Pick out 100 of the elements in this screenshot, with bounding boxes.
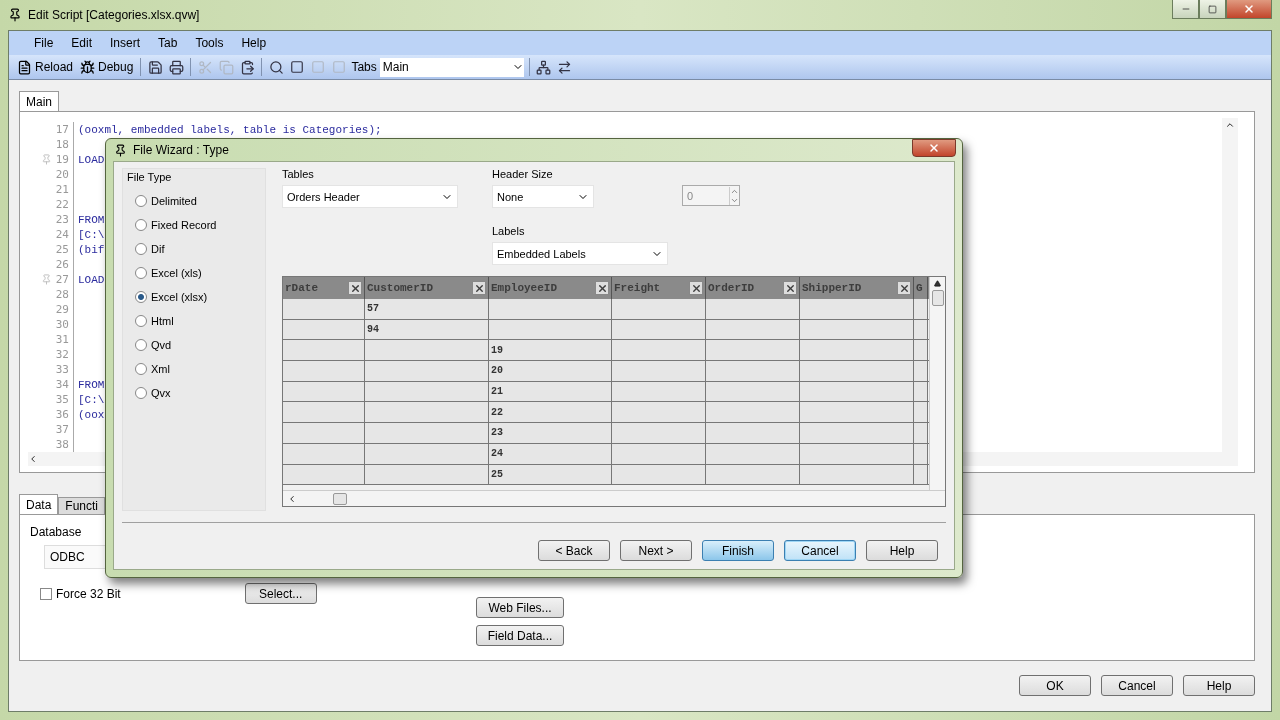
panel-tab[interactable]: Data (19, 494, 59, 515)
select-button[interactable]: Select... (244, 583, 317, 604)
save-icon[interactable] (146, 58, 165, 76)
radio-button[interactable] (135, 339, 147, 351)
panel-button[interactable]: Web Files... (476, 597, 564, 618)
menu-item[interactable]: Insert (101, 36, 150, 50)
scroll-left-icon (287, 493, 297, 504)
wizard-button[interactable]: Cancel (784, 540, 856, 561)
radio-label: Excel (xls) (151, 267, 202, 279)
app-icon (114, 143, 127, 157)
line-number: 22 (55, 198, 69, 211)
radio-button[interactable] (135, 267, 147, 279)
minimize-button[interactable] (1172, 0, 1199, 19)
force-32-bit-checkbox[interactable] (40, 587, 52, 600)
code-line: [C:\ (77, 393, 105, 406)
radio-label: Html (151, 315, 174, 327)
code-line: FROM (77, 378, 105, 391)
menu-item[interactable]: Tab (149, 36, 187, 50)
footer-button[interactable]: Cancel (1101, 675, 1173, 696)
close-icon (928, 142, 940, 154)
table-cell: 94 (365, 319, 489, 340)
table-cell: 22 (489, 402, 612, 423)
radio-button[interactable] (135, 363, 147, 375)
line-number: 37 (55, 423, 69, 436)
line-number: 19 (55, 153, 69, 166)
scroll-thumb[interactable] (931, 290, 944, 306)
tabs-dropdown[interactable]: Main (379, 57, 524, 77)
table-cell: 19 (489, 340, 612, 361)
remove-column-icon[interactable] (472, 281, 486, 295)
bug-icon (80, 59, 96, 75)
menu-item[interactable]: Tools (186, 36, 233, 50)
dialog-title: File Wizard : Type (133, 143, 230, 157)
radio-button[interactable] (135, 219, 147, 231)
radio-label: Dif (151, 243, 165, 255)
line-number: 38 (55, 438, 69, 451)
close-button[interactable] (1226, 0, 1272, 19)
radio-label: Qvx (151, 387, 171, 399)
radio-label: Xml (151, 363, 170, 375)
line-number: 18 (55, 138, 69, 151)
line-number: 31 (55, 333, 69, 346)
footer-button[interactable]: OK (1019, 675, 1091, 696)
wizard-button[interactable]: Help (866, 540, 938, 561)
table-cell: 21 (489, 381, 612, 402)
panel-button[interactable]: Field Data... (476, 625, 564, 646)
remove-column-icon[interactable] (348, 281, 362, 295)
editor-tab[interactable]: Main (19, 91, 59, 112)
wizard-button[interactable]: < Back (538, 540, 610, 561)
remove-column-icon[interactable] (595, 281, 609, 295)
code-line: LOAD (77, 273, 105, 286)
radio-label: Excel (xlsx) (151, 291, 208, 303)
footer-button[interactable]: Help (1183, 675, 1255, 696)
document-icon (17, 59, 32, 75)
line-number: 34 (55, 378, 69, 391)
wizard-button[interactable]: Next > (620, 540, 692, 561)
file-type-label: File Type (127, 171, 173, 183)
radio-label: Qvd (151, 339, 172, 351)
remove-column-icon[interactable] (689, 281, 703, 295)
radio-button[interactable] (135, 243, 147, 255)
wizard-button[interactable]: Finish (702, 540, 774, 561)
scroll-up-icon (934, 280, 941, 287)
radio-button[interactable] (135, 315, 147, 327)
close-button[interactable] (912, 139, 956, 157)
scroll-left-icon (28, 454, 38, 464)
line-number: 24 (55, 228, 69, 241)
table-cell: 20 (489, 361, 612, 381)
menu-item[interactable]: Edit (62, 36, 102, 50)
line-number: 29 (55, 303, 69, 316)
scroll-thumb[interactable] (333, 492, 347, 505)
tables-dropdown[interactable]: Orders Header (282, 185, 458, 208)
labels-label: Labels (492, 225, 526, 237)
maximize-button[interactable] (1199, 0, 1226, 19)
remove-column-icon[interactable] (783, 281, 797, 295)
line-number: 28 (55, 288, 69, 301)
line-number: 26 (55, 258, 69, 271)
line-number: 23 (55, 213, 69, 226)
window-title: Edit Script [Categories.xlsx.qvw] (28, 8, 201, 22)
network-icon[interactable] (534, 58, 553, 76)
code-line: LOAD (77, 153, 105, 166)
line-number: 17 (55, 123, 69, 136)
line-number: 27 (55, 273, 69, 286)
menu-item[interactable]: Help (232, 36, 276, 50)
tables-label: Tables (282, 168, 315, 180)
debug-button[interactable]: Debug (78, 57, 136, 77)
radio-button[interactable] (135, 387, 147, 399)
reload-button[interactable]: Reload (15, 57, 76, 77)
labels-dropdown[interactable]: Embedded Labels (492, 242, 668, 265)
line-number: 33 (55, 363, 69, 376)
code-line: FROM (77, 213, 105, 226)
line-number: 20 (55, 168, 69, 181)
menu-item[interactable]: File (25, 36, 63, 50)
radio-button[interactable] (135, 195, 147, 207)
code-line: (bif (77, 243, 105, 256)
panel-tab[interactable]: Functi (58, 497, 106, 515)
force-32-bit-label: Force 32 Bit (56, 586, 121, 601)
radio-button[interactable] (135, 291, 147, 303)
printer-icon[interactable] (167, 58, 186, 76)
header-size-dropdown[interactable]: None (492, 185, 594, 208)
search-icon[interactable] (267, 58, 286, 76)
line-number: 35 (55, 393, 69, 406)
remove-column-icon[interactable] (897, 281, 911, 295)
